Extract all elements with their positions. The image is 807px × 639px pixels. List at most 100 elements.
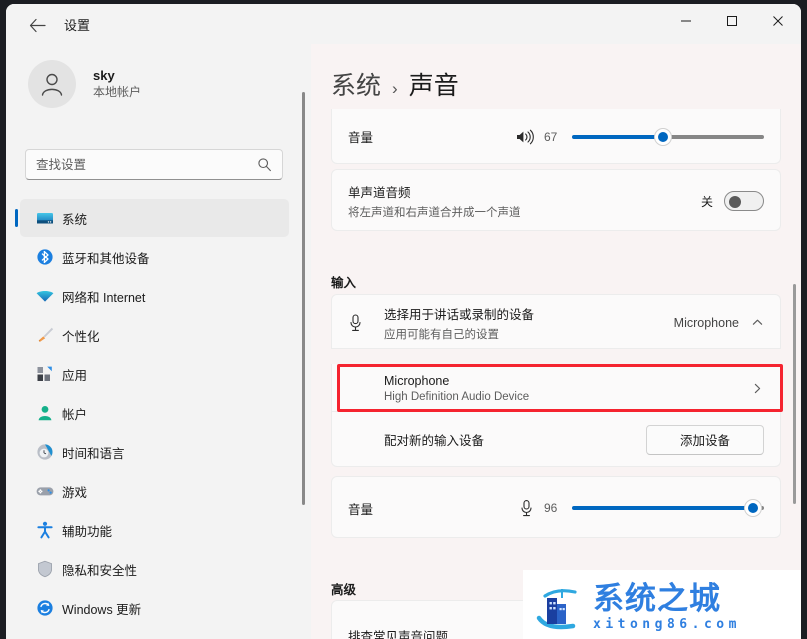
search-box[interactable] xyxy=(25,149,283,180)
input-chooser-subtitle: 应用可能有自己的设置 xyxy=(384,328,499,341)
maximize-button[interactable] xyxy=(709,4,755,38)
output-volume-value: 67 xyxy=(544,129,558,144)
slider-fill xyxy=(572,506,748,510)
input-volume-card[interactable]: 音量 96 xyxy=(331,476,781,538)
pair-input-device-card: 配对新的输入设备 添加设备 xyxy=(331,412,781,467)
sidebar-item-system[interactable]: 系统 xyxy=(15,199,289,237)
wifi-icon xyxy=(28,286,62,306)
title-bar: 设置 xyxy=(6,4,801,44)
sidebar-scrollbar[interactable] xyxy=(302,92,305,505)
pair-device-label: 配对新的输入设备 xyxy=(384,434,485,448)
sidebar-item-time-language[interactable]: 时间和语言 xyxy=(20,433,289,471)
search-input[interactable] xyxy=(26,150,236,179)
input-device-chooser-card[interactable]: 选择用于讲话或录制的设备 应用可能有自己的设置 Microphone xyxy=(331,294,781,349)
maximize-icon xyxy=(727,16,737,26)
account-name: sky xyxy=(93,67,115,83)
input-volume-value: 96 xyxy=(544,501,558,515)
watermark: 系统之城 xitong86.com xyxy=(523,570,801,639)
sidebar-item-label: 帐户 xyxy=(62,407,88,422)
accessibility-icon xyxy=(28,520,62,540)
sidebar-item-windows-update[interactable]: Windows 更新 xyxy=(20,589,289,627)
sidebar-nav: 系统 蓝牙和其他设备 网络和 Internet 个性化 应用 帐户 时间和语言 … xyxy=(6,199,303,628)
sidebar-item-label: 游戏 xyxy=(62,485,88,500)
sidebar-item-gaming[interactable]: 游戏 xyxy=(20,472,289,510)
mono-audio-title: 单声道音频 xyxy=(348,186,411,200)
breadcrumb-leaf: 声音 xyxy=(408,72,459,100)
main-scrollbar[interactable] xyxy=(793,284,796,504)
mono-audio-state: 关 xyxy=(700,194,713,209)
input-volume-label: 音量 xyxy=(348,502,374,517)
clock-icon xyxy=(28,442,62,462)
close-button[interactable] xyxy=(755,4,801,38)
shield-icon xyxy=(28,559,62,579)
sidebar-item-bluetooth[interactable]: 蓝牙和其他设备 xyxy=(20,238,289,276)
breadcrumb-separator: › xyxy=(392,79,398,98)
search-icon xyxy=(257,157,272,177)
building-wave-logo-icon xyxy=(531,578,589,636)
back-button[interactable] xyxy=(22,12,52,38)
minimize-icon xyxy=(681,20,691,22)
input-chooser-selected: Microphone xyxy=(673,315,739,330)
sidebar-item-label: 隐私和安全性 xyxy=(62,563,138,578)
window-controls xyxy=(663,4,801,44)
chevron-up-icon[interactable] xyxy=(751,316,764,329)
sidebar-item-privacy-security[interactable]: 隐私和安全性 xyxy=(20,550,289,588)
input-chooser-title: 选择用于讲话或录制的设备 xyxy=(384,307,535,322)
minimize-button[interactable] xyxy=(663,4,709,38)
speaker-icon xyxy=(515,129,534,145)
bluetooth-icon xyxy=(28,247,62,267)
slider-track xyxy=(668,134,764,139)
update-icon xyxy=(28,598,62,618)
settings-window: 设置 sky 本地帐户 查找设置 系统 蓝牙和其他设备 网络和 Internet… xyxy=(6,4,801,639)
selected-input-device-row[interactable]: Microphone High Definition Audio Device xyxy=(331,364,781,412)
mono-audio-subtitle: 将左声道和右声道合并成一个声道 xyxy=(348,207,521,219)
sidebar-item-label: 应用 xyxy=(62,368,88,383)
sidebar-item-label: Windows 更新 xyxy=(62,602,142,617)
output-volume-slider[interactable] xyxy=(572,127,764,146)
account-type: 本地帐户 xyxy=(93,84,142,99)
slider-fill xyxy=(572,134,658,139)
watermark-brand: 系统之城 xyxy=(593,580,721,617)
selected-device-title: Microphone xyxy=(384,373,450,388)
breadcrumb-root[interactable]: 系统 xyxy=(331,66,381,102)
account-block[interactable]: sky 本地帐户 xyxy=(28,60,141,108)
mono-audio-toggle[interactable] xyxy=(724,191,764,211)
microphone-icon xyxy=(519,499,534,518)
output-volume-label: 音量 xyxy=(348,131,374,145)
avatar xyxy=(28,60,76,108)
sidebar-item-label: 辅助功能 xyxy=(62,524,113,539)
apps-icon xyxy=(28,364,62,384)
sidebar-item-label: 时间和语言 xyxy=(62,446,125,461)
sidebar-item-personalization[interactable]: 个性化 xyxy=(20,316,289,354)
screen: 设置 sky 本地帐户 查找设置 系统 蓝牙和其他设备 网络和 Internet… xyxy=(0,0,807,639)
mono-audio-card[interactable]: 单声道音频 将左声道和右声道合并成一个声道 关 xyxy=(331,169,781,231)
main-content: 系统 › 声音 音量 67 单声道音频 将左声道和右声道合并成一个声道 关 输入… xyxy=(311,44,801,639)
person-icon xyxy=(41,73,63,96)
gamepad-icon xyxy=(28,481,62,501)
sidebar-item-accessibility[interactable]: 辅助功能 xyxy=(20,511,289,549)
selected-device-subtitle: High Definition Audio Device xyxy=(384,390,530,403)
add-device-button[interactable]: 添加设备 xyxy=(646,424,764,455)
advanced-first-item-label: 排查常见声音问题 xyxy=(348,630,449,639)
input-volume-slider[interactable] xyxy=(572,499,764,517)
sidebar-item-apps[interactable]: 应用 xyxy=(20,355,289,393)
sidebar-item-network[interactable]: 网络和 Internet xyxy=(20,277,289,315)
output-volume-card[interactable]: 音量 67 xyxy=(331,109,781,164)
sidebar-item-label: 系统 xyxy=(62,212,88,227)
sidebar-item-label: 网络和 Internet xyxy=(62,290,146,305)
sidebar: sky 本地帐户 查找设置 系统 蓝牙和其他设备 网络和 Internet 个性… xyxy=(6,44,311,639)
breadcrumb: 系统 › 声音 xyxy=(331,66,459,102)
arrow-left-icon xyxy=(29,18,46,32)
window-title: 设置 xyxy=(64,18,91,33)
microphone-icon xyxy=(348,313,378,333)
paintbrush-icon xyxy=(28,325,62,345)
sidebar-item-label: 个性化 xyxy=(62,329,100,344)
input-section-heading: 输入 xyxy=(331,276,357,290)
monitor-icon xyxy=(28,208,62,228)
sidebar-item-accounts[interactable]: 帐户 xyxy=(20,394,289,432)
chevron-right-icon[interactable] xyxy=(751,382,764,395)
slider-thumb[interactable] xyxy=(744,499,762,517)
watermark-url: xitong86.com xyxy=(593,616,741,632)
slider-thumb[interactable] xyxy=(654,127,672,146)
advanced-section-heading: 高级 xyxy=(331,583,357,597)
